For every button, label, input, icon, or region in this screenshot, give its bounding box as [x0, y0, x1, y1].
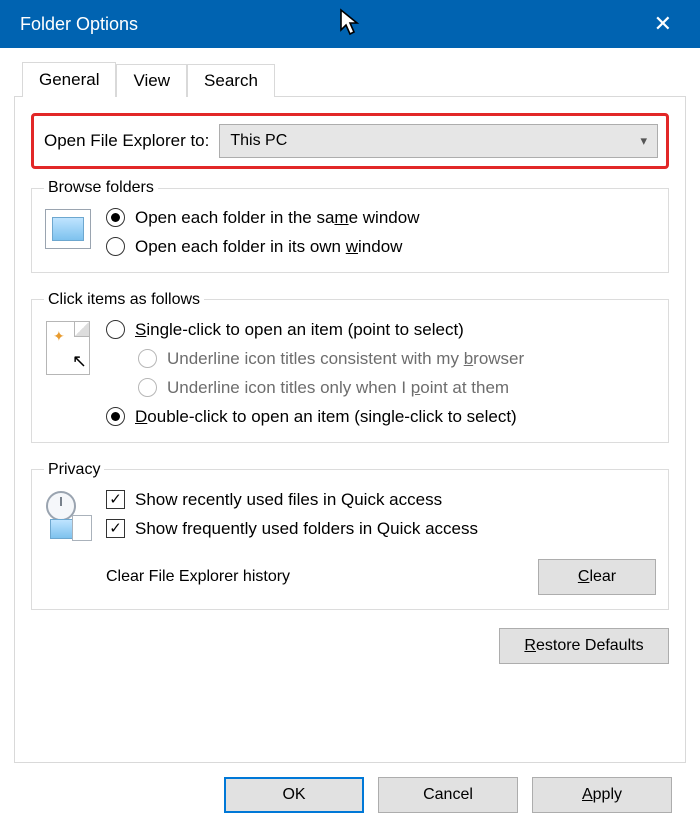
radio-single-click[interactable]: Single-click to open an item (point to s…	[106, 319, 656, 340]
click-items-group: Click items as follows ✦↖ Single-click t…	[31, 291, 669, 443]
click-items-legend: Click items as follows	[44, 291, 204, 309]
radio-icon	[106, 237, 125, 256]
privacy-icon	[44, 489, 92, 541]
radio-icon	[138, 378, 157, 397]
clear-button[interactable]: Clear	[538, 559, 656, 595]
radio-underline-point-label: Underline icon titles only when I point …	[167, 377, 509, 398]
radio-own-window-label: Open each folder in its own window	[135, 236, 402, 257]
open-explorer-label: Open File Explorer to:	[44, 131, 209, 151]
browse-folders-group: Browse folders Open each folder in the s…	[31, 179, 669, 273]
check-frequent-folders[interactable]: ✓ Show frequently used folders in Quick …	[106, 518, 656, 539]
radio-own-window[interactable]: Open each folder in its own window	[106, 236, 656, 257]
radio-underline-browser: Underline icon titles consistent with my…	[138, 348, 656, 369]
window-title: Folder Options	[20, 14, 138, 35]
open-explorer-dropdown[interactable]: This PC ▾	[219, 124, 658, 158]
browse-folders-legend: Browse folders	[44, 179, 158, 197]
privacy-legend: Privacy	[44, 461, 104, 479]
radio-icon	[106, 208, 125, 227]
click-items-icon: ✦↖	[44, 319, 92, 375]
apply-button[interactable]: Apply	[532, 777, 672, 813]
dialog-buttons: OK Cancel Apply	[14, 763, 686, 813]
ok-button[interactable]: OK	[224, 777, 364, 813]
clear-history-label: Clear File Explorer history	[106, 568, 290, 586]
privacy-group: Privacy ✓ Show recently used files in Qu…	[31, 461, 669, 611]
radio-icon	[138, 349, 157, 368]
tab-panel-general: Open File Explorer to: This PC ▾ Browse …	[14, 96, 686, 763]
radio-underline-point: Underline icon titles only when I point …	[138, 377, 656, 398]
tab-strip: General View Search	[22, 62, 686, 97]
open-explorer-row: Open File Explorer to: This PC ▾	[31, 113, 669, 169]
titlebar: Folder Options ✕	[0, 0, 700, 48]
checkbox-icon: ✓	[106, 519, 125, 538]
radio-double-click-label: Double-click to open an item (single-cli…	[135, 406, 517, 427]
tab-view[interactable]: View	[116, 64, 187, 97]
radio-icon	[106, 407, 125, 426]
radio-icon	[106, 320, 125, 339]
radio-same-window[interactable]: Open each folder in the same window	[106, 207, 656, 228]
radio-same-window-label: Open each folder in the same window	[135, 207, 419, 228]
restore-defaults-button[interactable]: Restore Defaults	[499, 628, 669, 664]
radio-underline-browser-label: Underline icon titles consistent with my…	[167, 348, 524, 369]
radio-double-click[interactable]: Double-click to open an item (single-cli…	[106, 406, 656, 427]
cancel-button[interactable]: Cancel	[378, 777, 518, 813]
chevron-down-icon: ▾	[640, 133, 647, 149]
check-recent-files-label: Show recently used files in Quick access	[135, 489, 442, 510]
check-recent-files[interactable]: ✓ Show recently used files in Quick acce…	[106, 489, 656, 510]
open-explorer-value: This PC	[230, 132, 287, 150]
tab-general[interactable]: General	[22, 62, 116, 97]
check-frequent-folders-label: Show frequently used folders in Quick ac…	[135, 518, 478, 539]
radio-single-click-label: Single-click to open an item (point to s…	[135, 319, 464, 340]
dialog-content: General View Search Open File Explorer t…	[0, 48, 700, 813]
browse-folders-icon	[44, 207, 92, 249]
close-button[interactable]: ✕	[644, 7, 682, 41]
tab-search[interactable]: Search	[187, 64, 275, 97]
checkbox-icon: ✓	[106, 490, 125, 509]
